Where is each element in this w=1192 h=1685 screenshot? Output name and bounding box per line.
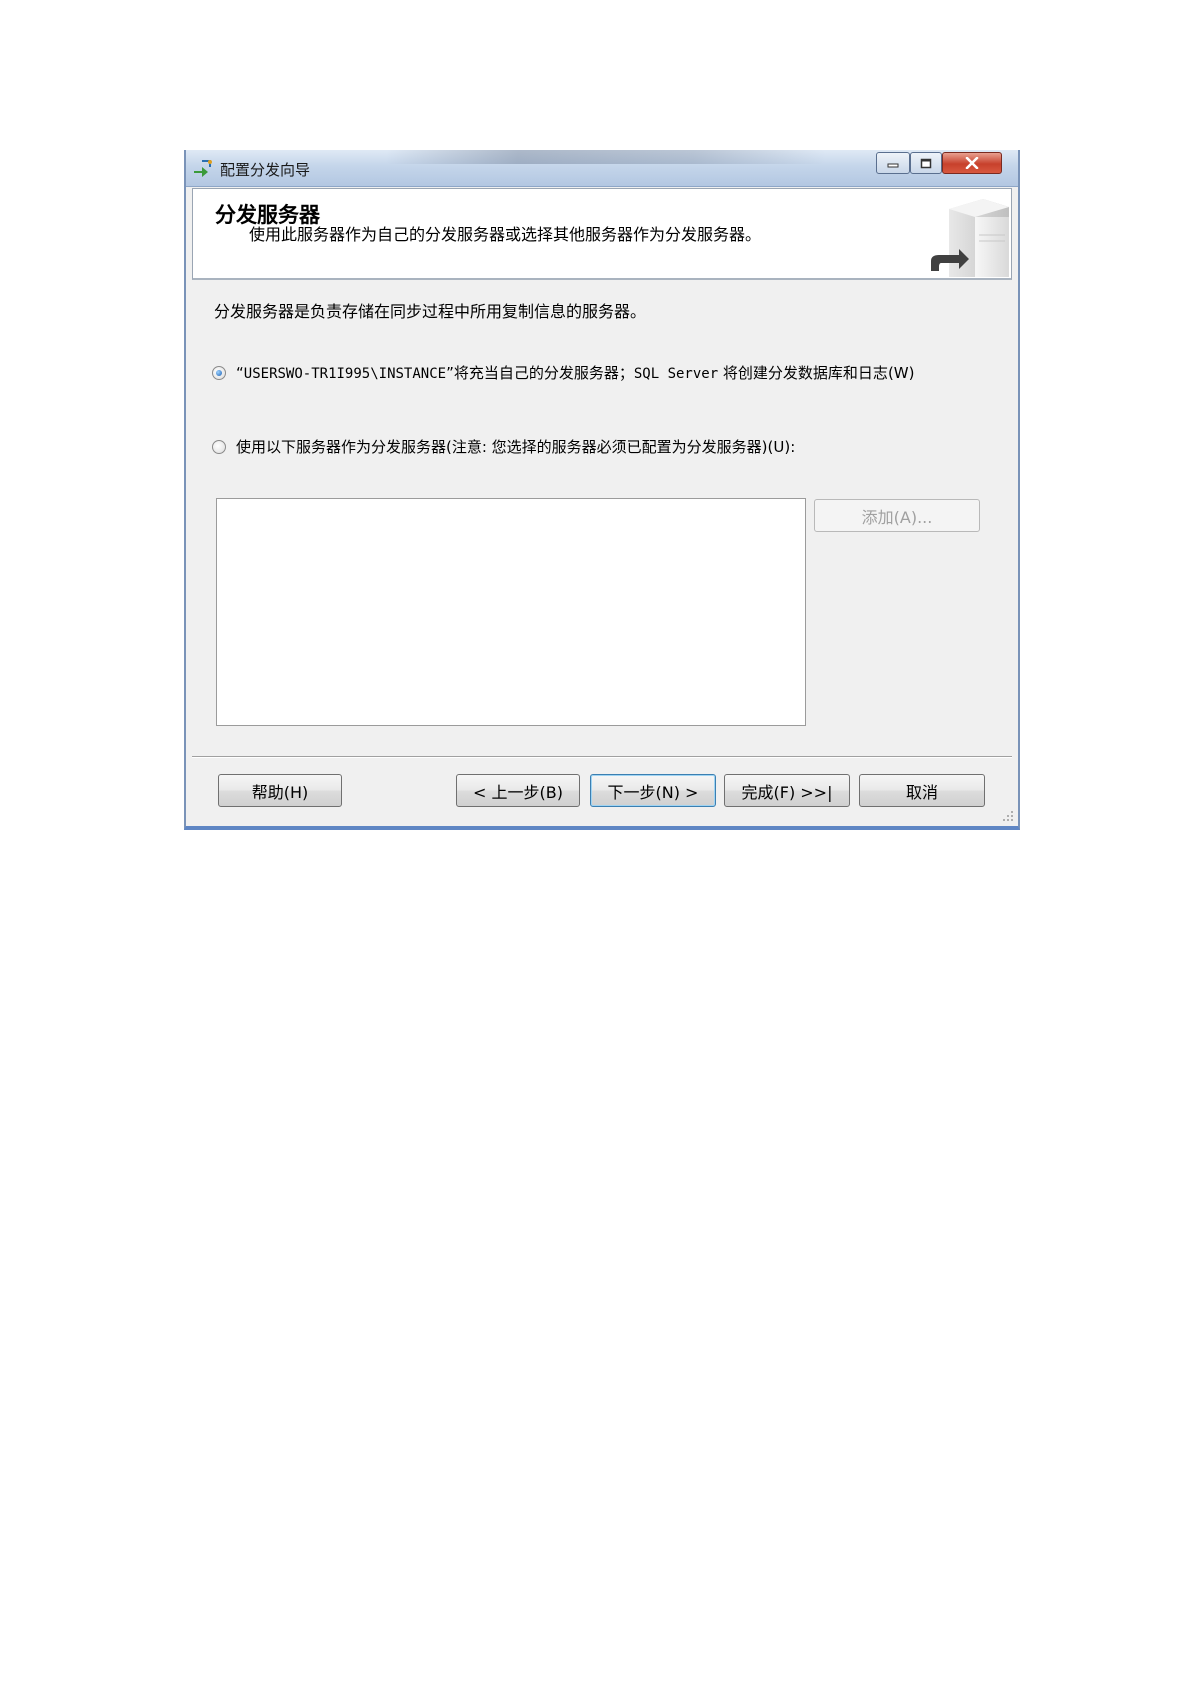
option-self-label: “USERSWO-TR1I995\INSTANCE”将充当自己的分发服务器；SQ…: [236, 364, 915, 382]
maximize-button[interactable]: [910, 152, 942, 174]
wizard-window: 配置分发向导 分发服务器 使用此服务器作为自己的分发服务器或选择其他服务器作为分…: [184, 150, 1020, 830]
resize-grip-icon[interactable]: [1002, 810, 1014, 822]
minimize-button[interactable]: [876, 152, 910, 174]
title-bar[interactable]: 配置分发向导: [186, 150, 1018, 187]
cancel-button[interactable]: 取消: [859, 774, 985, 807]
distributor-list[interactable]: [216, 498, 806, 726]
finish-button[interactable]: 完成(F) >>|: [724, 774, 850, 807]
add-button[interactable]: 添加(A)...: [814, 499, 980, 532]
close-button[interactable]: [942, 152, 1002, 174]
radio-other-distributor[interactable]: [212, 439, 226, 454]
minimize-icon: [877, 153, 909, 173]
wizard-header: 分发服务器 使用此服务器作为自己的分发服务器或选择其他服务器作为分发服务器。: [192, 188, 1012, 280]
close-icon: [943, 153, 1001, 173]
wizard-icon: [194, 160, 212, 177]
radio-self-distributor[interactable]: [212, 365, 226, 380]
option-other-distributor[interactable]: 使用以下服务器作为分发服务器(注意: 您选择的服务器必须已配置为分发服务器)(U…: [212, 436, 795, 457]
option-other-label: 使用以下服务器作为分发服务器(注意: 您选择的服务器必须已配置为分发服务器)(U…: [236, 438, 796, 456]
next-button[interactable]: 下一步(N) >: [590, 774, 716, 807]
window-title: 配置分发向导: [220, 161, 311, 179]
help-button[interactable]: 帮助(H): [218, 774, 342, 807]
page-subtitle: 使用此服务器作为自己的分发服务器或选择其他服务器作为分发服务器。: [249, 225, 762, 244]
server-icon: [931, 199, 1009, 277]
divider: [192, 756, 1012, 758]
option-self-distributor[interactable]: “USERSWO-TR1I995\INSTANCE”将充当自己的分发服务器；SQ…: [212, 362, 914, 383]
intro-text: 分发服务器是负责存储在同步过程中所用复制信息的服务器。: [214, 302, 647, 321]
back-button[interactable]: < 上一步(B): [456, 774, 580, 807]
maximize-icon: [911, 153, 941, 173]
